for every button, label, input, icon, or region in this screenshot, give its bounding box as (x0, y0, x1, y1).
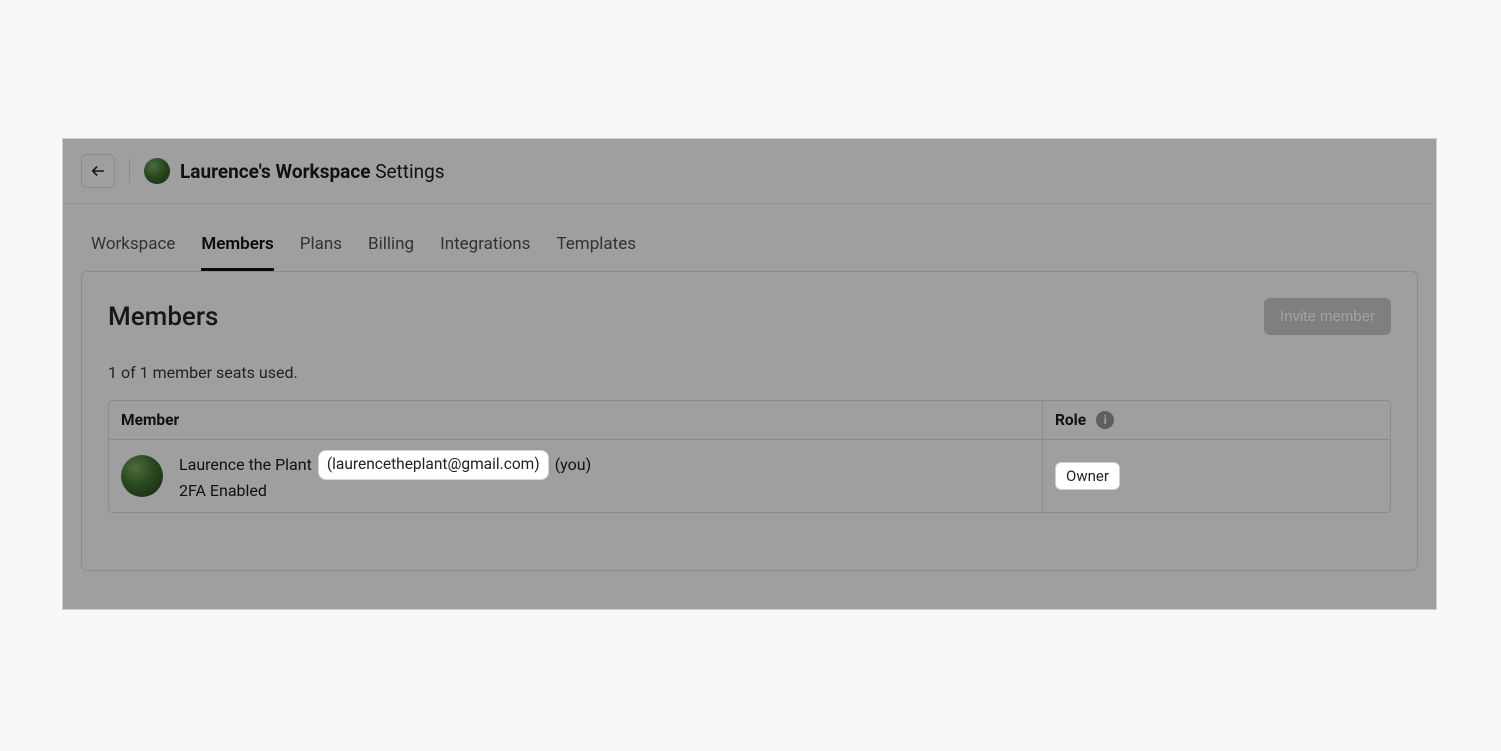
back-button[interactable] (81, 154, 115, 188)
column-header-role-label: Role (1055, 411, 1086, 429)
arrow-left-icon (90, 163, 106, 179)
settings-page: Laurence's Workspace Settings Workspace … (62, 138, 1437, 610)
members-panel: Members Invite member 1 of 1 member seat… (81, 271, 1418, 571)
table-header: Member Role i (109, 401, 1390, 440)
tab-templates[interactable]: Templates (556, 234, 636, 271)
member-email: (laurencetheplant@gmail.com) (318, 450, 549, 480)
tab-members[interactable]: Members (201, 234, 273, 271)
panel-header: Members Invite member (108, 298, 1391, 335)
info-icon[interactable]: i (1096, 411, 1114, 429)
panel-title: Members (108, 302, 218, 332)
tab-integrations[interactable]: Integrations (440, 234, 530, 271)
page-title: Laurence's Workspace Settings (180, 160, 445, 183)
members-table: Member Role i Laurence the Plant (lauren… (108, 400, 1391, 513)
workspace-avatar (144, 158, 170, 184)
member-cell: Laurence the Plant (laurencetheplant@gma… (109, 440, 1042, 512)
member-2fa-status: 2FA Enabled (179, 480, 591, 502)
seats-used-text: 1 of 1 member seats used. (108, 363, 1391, 382)
top-bar: Laurence's Workspace Settings (63, 139, 1436, 204)
role-badge: Owner (1055, 462, 1120, 490)
workspace-name: Laurence's Workspace (180, 160, 370, 183)
tab-plans[interactable]: Plans (300, 234, 342, 271)
tab-workspace[interactable]: Workspace (91, 234, 175, 271)
column-header-role: Role i (1042, 401, 1390, 439)
table-row: Laurence the Plant (laurencetheplant@gma… (109, 440, 1390, 512)
tab-billing[interactable]: Billing (368, 234, 414, 271)
column-header-member: Member (109, 401, 1042, 439)
member-you-suffix: (you) (555, 454, 591, 476)
invite-member-button[interactable]: Invite member (1264, 298, 1391, 335)
avatar (121, 455, 163, 497)
member-name: Laurence the Plant (179, 454, 312, 476)
member-text: Laurence the Plant (laurencetheplant@gma… (179, 450, 591, 502)
divider (129, 159, 130, 183)
settings-suffix: Settings (375, 160, 444, 183)
tabs: Workspace Members Plans Billing Integrat… (63, 204, 1436, 271)
role-cell: Owner (1042, 440, 1390, 512)
